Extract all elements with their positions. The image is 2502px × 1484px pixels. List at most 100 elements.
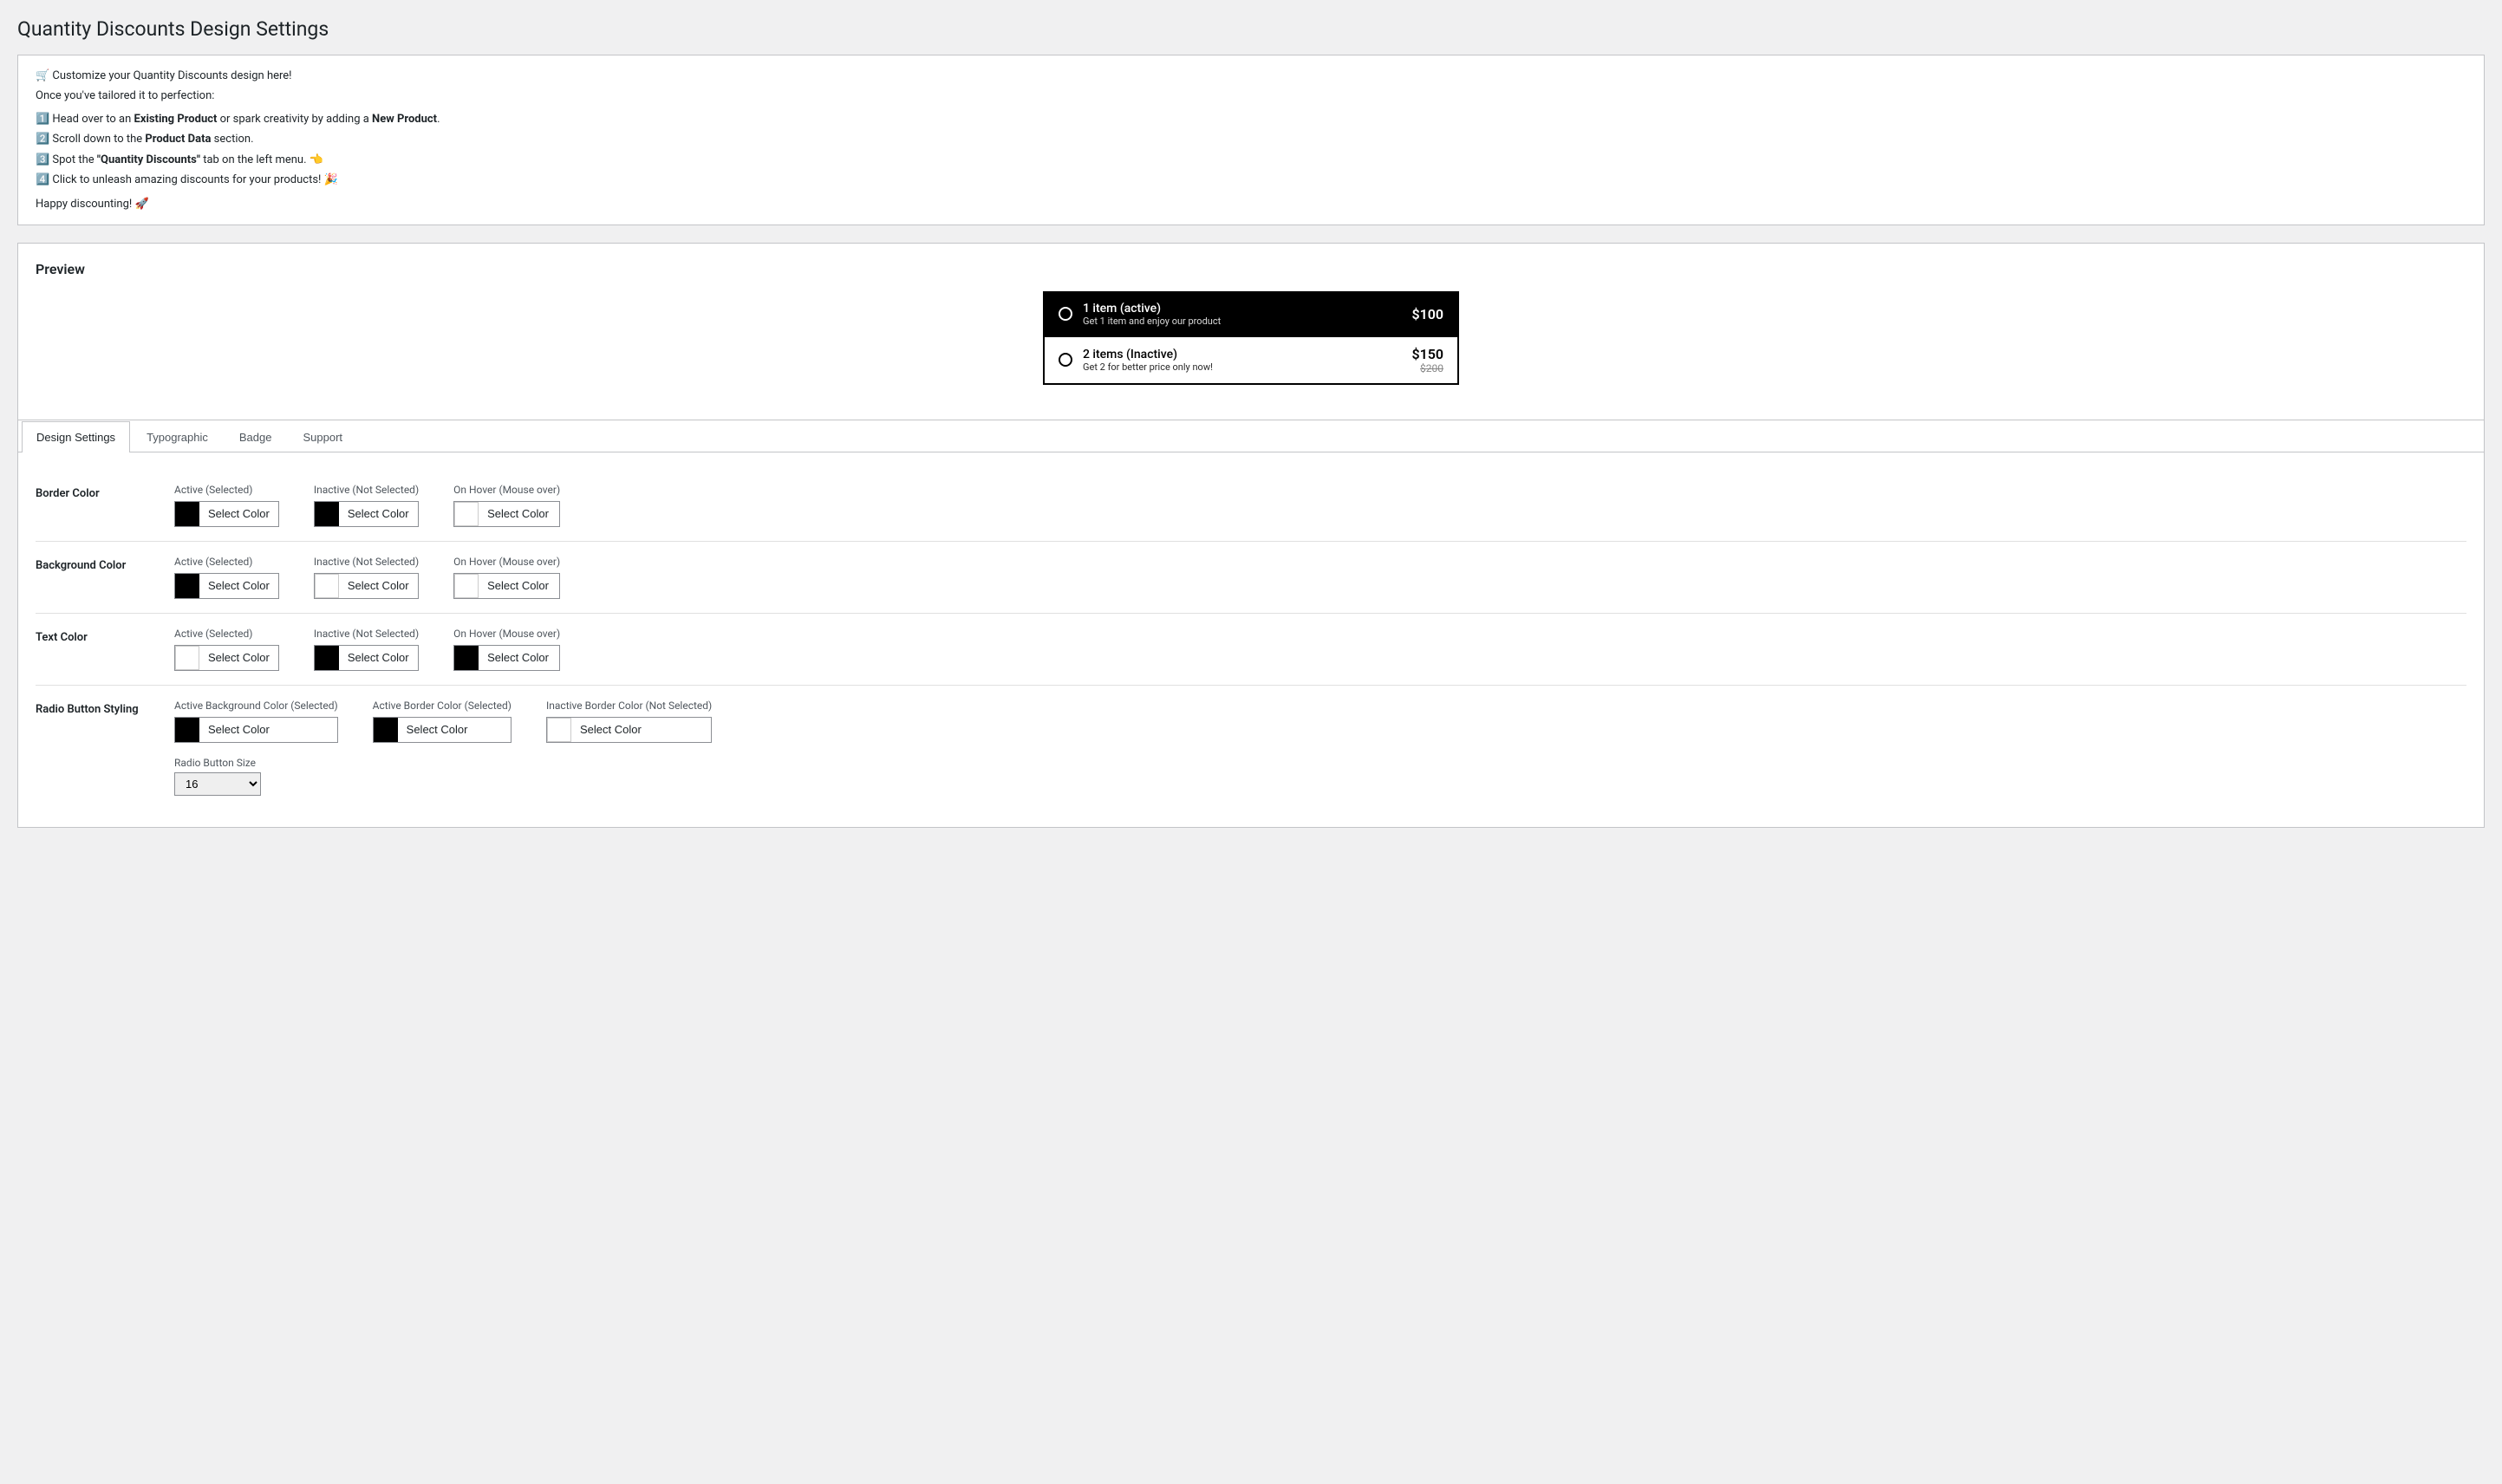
text-inactive-label: Inactive (Not Selected) (314, 628, 419, 640)
border-active-btn-label: Select Color (199, 507, 278, 520)
text-color-options: Active (Selected) Select Color Inactive … (174, 628, 2466, 671)
bg-hover-swatch (454, 574, 479, 598)
radio-bg-active-btn-label: Select Color (199, 723, 278, 736)
radio-border-active-btn-label: Select Color (398, 723, 477, 736)
row-border-color: Border Color Active (Selected) Select Co… (36, 470, 2466, 542)
page-wrapper: Quantity Discounts Design Settings 🛒 Cus… (0, 0, 2502, 1484)
border-active-btn[interactable]: Select Color (174, 501, 279, 527)
preview-active-price: $100 (1411, 306, 1443, 322)
bg-active-btn[interactable]: Select Color (174, 573, 279, 599)
preview-item-active-left: 1 item (active) Get 1 item and enjoy our… (1059, 302, 1221, 327)
tab-content-design: Border Color Active (Selected) Select Co… (18, 452, 2484, 827)
preview-item-active: 1 item (active) Get 1 item and enjoy our… (1043, 291, 1459, 337)
preview-inactive-price: $150 $200 (1411, 346, 1443, 374)
border-hover-option: On Hover (Mouse over) Select Color (453, 484, 560, 527)
border-color-options: Active (Selected) Select Color Inactive … (174, 484, 2466, 527)
radio-bg-active-swatch (175, 718, 199, 742)
bg-hover-btn-label: Select Color (479, 579, 557, 592)
preview-area: 1 item (active) Get 1 item and enjoy our… (36, 291, 2466, 385)
border-inactive-option: Inactive (Not Selected) Select Color (314, 484, 419, 527)
preview-item-inactive-text: 2 items (Inactive) Get 2 for better pric… (1083, 348, 1213, 373)
radio-size-label: Radio Button Size (174, 757, 2466, 769)
radio-styling-content: Active Background Color (Selected) Selec… (174, 700, 2466, 796)
row-background-color: Background Color Active (Selected) Selec… (36, 542, 2466, 614)
radio-border-active-btn[interactable]: Select Color (373, 717, 511, 743)
border-hover-btn[interactable]: Select Color (453, 501, 560, 527)
preview-inactive-subtitle: Get 2 for better price only now! (1083, 361, 1213, 373)
radio-size-select[interactable]: 16 18 20 (174, 772, 261, 796)
radio-bg-active-btn[interactable]: Select Color (174, 717, 338, 743)
text-active-label: Active (Selected) (174, 628, 279, 640)
radio-border-inactive-swatch (547, 718, 571, 742)
bg-inactive-swatch (315, 574, 339, 598)
step-4: 4️⃣ Click to unleash amazing discounts f… (36, 170, 2466, 190)
bg-inactive-btn-label: Select Color (339, 579, 418, 592)
border-active-swatch (175, 502, 199, 526)
text-active-swatch (175, 646, 199, 670)
radio-size-row: Radio Button Size 16 18 20 (174, 757, 2466, 796)
text-active-btn[interactable]: Select Color (174, 645, 279, 671)
label-radio-button-styling: Radio Button Styling (36, 700, 174, 716)
text-hover-option: On Hover (Mouse over) Select Color (453, 628, 560, 671)
text-inactive-btn[interactable]: Select Color (314, 645, 419, 671)
border-inactive-btn[interactable]: Select Color (314, 501, 419, 527)
tab-design-settings[interactable]: Design Settings (22, 421, 130, 452)
text-hover-btn[interactable]: Select Color (453, 645, 560, 671)
tabs-section: Design Settings Typographic Badge Suppor… (17, 420, 2485, 828)
text-inactive-option: Inactive (Not Selected) Select Color (314, 628, 419, 671)
tab-support[interactable]: Support (288, 421, 357, 452)
bg-hover-option: On Hover (Mouse over) Select Color (453, 556, 560, 599)
preview-active-price-main: $100 (1411, 306, 1443, 322)
bg-active-option: Active (Selected) Select Color (174, 556, 279, 599)
step-3: 3️⃣ Spot the "Quantity Discounts" tab on… (36, 150, 2466, 170)
radio-circle-inactive (1059, 353, 1072, 367)
radio-border-inactive-btn[interactable]: Select Color (546, 717, 712, 743)
tab-badge[interactable]: Badge (225, 421, 287, 452)
radio-circle-active (1059, 307, 1072, 321)
bg-hover-btn[interactable]: Select Color (453, 573, 560, 599)
radio-border-active-option: Active Border Color (Selected) Select Co… (373, 700, 511, 743)
step-2: 2️⃣ Scroll down to the Product Data sect… (36, 129, 2466, 149)
border-active-label: Active (Selected) (174, 484, 279, 496)
radio-border-active-swatch (374, 718, 398, 742)
text-hover-swatch (454, 646, 479, 670)
text-active-btn-label: Select Color (199, 651, 278, 664)
preview-active-subtitle: Get 1 item and enjoy our product (1083, 316, 1221, 327)
row-radio-button-styling: Radio Button Styling Active Background C… (36, 686, 2466, 810)
bg-active-label: Active (Selected) (174, 556, 279, 568)
page-title: Quantity Discounts Design Settings (17, 17, 2485, 41)
border-inactive-btn-label: Select Color (339, 507, 418, 520)
radio-border-inactive-option: Inactive Border Color (Not Selected) Sel… (546, 700, 712, 743)
bg-inactive-btn[interactable]: Select Color (314, 573, 419, 599)
border-hover-label: On Hover (Mouse over) (453, 484, 560, 496)
preview-inactive-price-old: $200 (1411, 362, 1443, 374)
preview-item-active-text: 1 item (active) Get 1 item and enjoy our… (1083, 302, 1221, 327)
intro-section: 🛒 Customize your Quantity Discounts desi… (17, 55, 2485, 225)
preview-inactive-label: 2 items (Inactive) (1083, 348, 1213, 361)
tab-typographic[interactable]: Typographic (132, 421, 223, 452)
label-background-color: Background Color (36, 556, 174, 572)
bg-color-options: Active (Selected) Select Color Inactive … (174, 556, 2466, 599)
radio-border-inactive-btn-label: Select Color (571, 723, 650, 736)
preview-section: Preview 1 item (active) Get 1 item and e… (17, 243, 2485, 420)
border-active-option: Active (Selected) Select Color (174, 484, 279, 527)
radio-border-active-label: Active Border Color (Selected) (373, 700, 511, 712)
radio-bg-active-label: Active Background Color (Selected) (174, 700, 338, 712)
text-inactive-btn-label: Select Color (339, 651, 418, 664)
preview-inactive-price-main: $150 (1411, 346, 1443, 362)
intro-emoji: 🛒 Customize your Quantity Discounts desi… (36, 69, 2466, 82)
border-inactive-label: Inactive (Not Selected) (314, 484, 419, 496)
bg-active-swatch (175, 574, 199, 598)
preview-title: Preview (36, 261, 2466, 277)
intro-steps: 1️⃣ Head over to an Existing Product or … (36, 109, 2466, 191)
intro-once: Once you've tailored it to perfection: (36, 89, 2466, 102)
intro-happy: Happy discounting! 🚀 (36, 198, 2466, 211)
bg-inactive-label: Inactive (Not Selected) (314, 556, 419, 568)
text-hover-label: On Hover (Mouse over) (453, 628, 560, 640)
border-hover-swatch (454, 502, 479, 526)
preview-item-inactive: 2 items (Inactive) Get 2 for better pric… (1043, 337, 1459, 385)
label-text-color: Text Color (36, 628, 174, 644)
bg-hover-label: On Hover (Mouse over) (453, 556, 560, 568)
preview-active-label: 1 item (active) (1083, 302, 1221, 316)
bg-active-btn-label: Select Color (199, 579, 278, 592)
